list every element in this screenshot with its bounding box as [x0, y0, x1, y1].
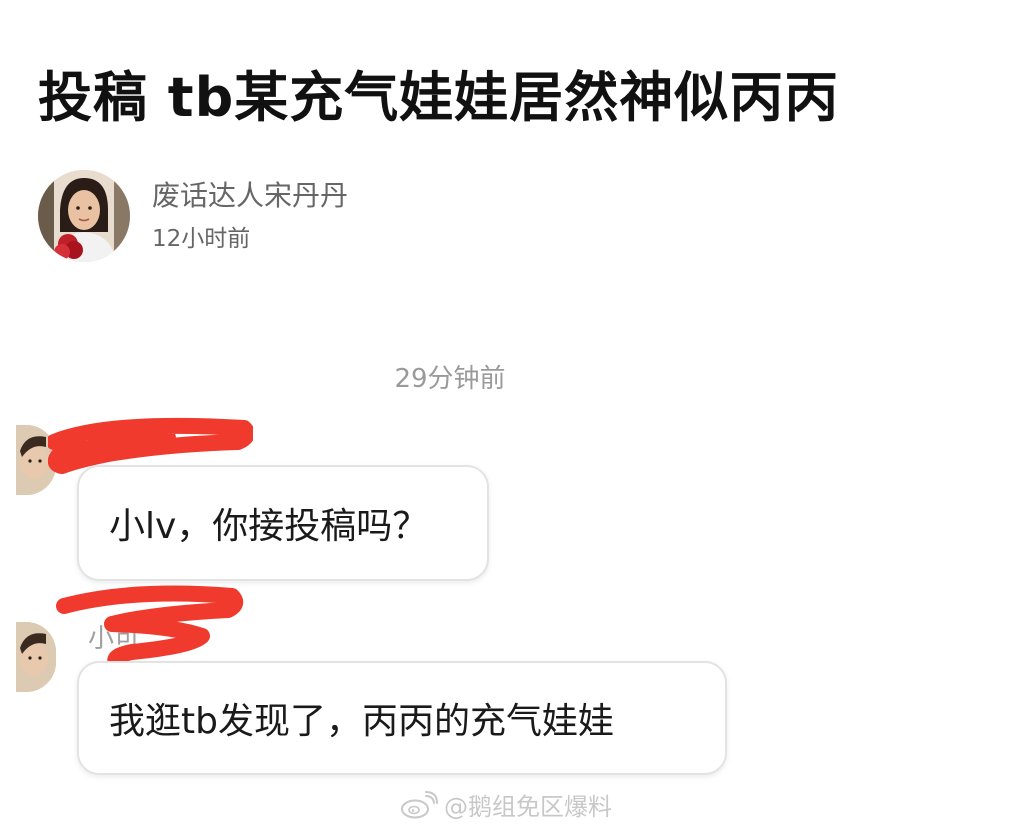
sender-name: 小可: [88, 624, 141, 654]
message-text: 我逛tb发现了，丙丙的充气娃娃: [109, 701, 614, 742]
chat-timestamp: 29分钟前: [394, 364, 506, 394]
avatar[interactable]: [38, 170, 130, 262]
sender-avatar: [16, 425, 56, 495]
post-time: 12小时前: [152, 226, 251, 252]
chat-bubble: 小lv，你接投稿吗？: [77, 465, 489, 581]
author-name[interactable]: 废话达人宋丹丹: [152, 178, 348, 214]
weibo-icon: [401, 790, 438, 818]
sender-avatar: [16, 622, 56, 692]
sender-name: 小可: [88, 428, 141, 458]
watermark-text: @鹅组免区爆料: [444, 793, 612, 821]
watermark: @鹅组免区爆料: [400, 787, 612, 822]
chat-screenshot: 29分钟前 小可 小lv，你接投稿吗？ 小可 我逛tb发现了，丙丙的充气娃娃: [0, 350, 1024, 829]
chat-bubble: 我逛tb发现了，丙丙的充气娃娃: [77, 661, 727, 775]
redaction-mark: [56, 585, 244, 670]
author-block[interactable]: 废话达人宋丹丹 12小时前: [38, 170, 348, 262]
message-text: 小lv，你接投稿吗？: [109, 506, 429, 547]
post-title: 投稿 tb某充气娃娃居然神似丙丙: [38, 66, 840, 129]
